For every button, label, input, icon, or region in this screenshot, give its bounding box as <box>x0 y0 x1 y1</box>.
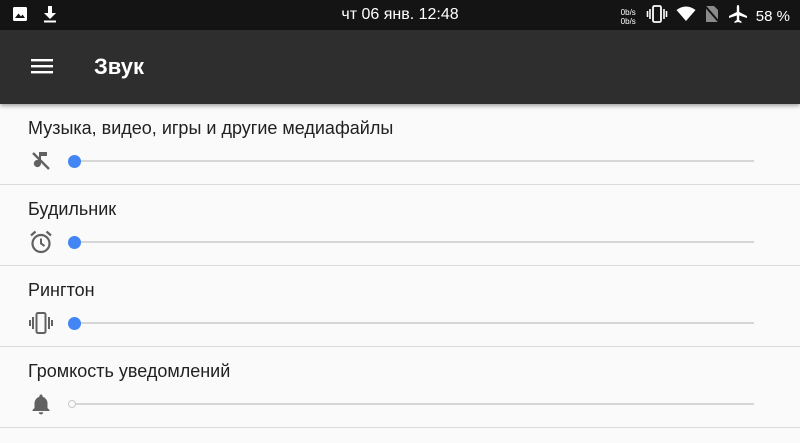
app-bar: Звук <box>0 30 800 104</box>
volume-label: Громкость уведомлений <box>28 361 231 381</box>
no-sim-icon <box>704 5 720 28</box>
network-speed: 0b/s 0b/s <box>621 8 636 26</box>
slider-track <box>74 241 754 243</box>
battery-level: 58 % <box>755 8 790 25</box>
net-up: 0b/s <box>620 7 636 17</box>
slider-track <box>74 322 754 324</box>
slider-thumb[interactable] <box>68 400 76 408</box>
volume-label: Рингтон <box>28 280 95 300</box>
menu-icon <box>31 58 53 79</box>
alarm-volume-slider[interactable] <box>68 230 754 254</box>
notification-volume-slider[interactable] <box>68 392 754 416</box>
volume-row-media: Музыка, видео, игры и другие медиафайлы <box>0 104 800 185</box>
volume-row-ringtone: Рингтон <box>0 266 800 347</box>
vibrate-icon[interactable] <box>28 310 54 336</box>
volume-row-alarm: Будильник <box>0 185 800 266</box>
wifi-icon <box>676 6 696 27</box>
menu-button[interactable] <box>22 48 62 88</box>
ringtone-volume-slider[interactable] <box>68 311 754 335</box>
bell-icon[interactable] <box>28 391 54 417</box>
airplane-icon <box>728 4 748 29</box>
page-title: Звук <box>94 54 145 79</box>
vibrate-icon <box>646 5 668 28</box>
slider-thumb[interactable] <box>68 317 81 330</box>
music-off-icon[interactable] <box>28 148 54 174</box>
volume-label: Музыка, видео, игры и другие медиафайлы <box>28 118 394 138</box>
slider-thumb[interactable] <box>68 155 81 168</box>
volume-row-notification: Громкость уведомлений <box>0 347 800 428</box>
net-down: 0b/s <box>620 16 636 26</box>
volume-label: Будильник <box>28 199 117 219</box>
alarm-icon[interactable] <box>28 229 54 255</box>
slider-track <box>74 160 754 162</box>
media-volume-slider[interactable] <box>68 149 754 173</box>
slider-track <box>74 403 754 405</box>
status-bar: чт 06 янв. 12:48 0b/s 0b/s 58 % <box>0 0 800 30</box>
slider-thumb[interactable] <box>68 236 81 249</box>
